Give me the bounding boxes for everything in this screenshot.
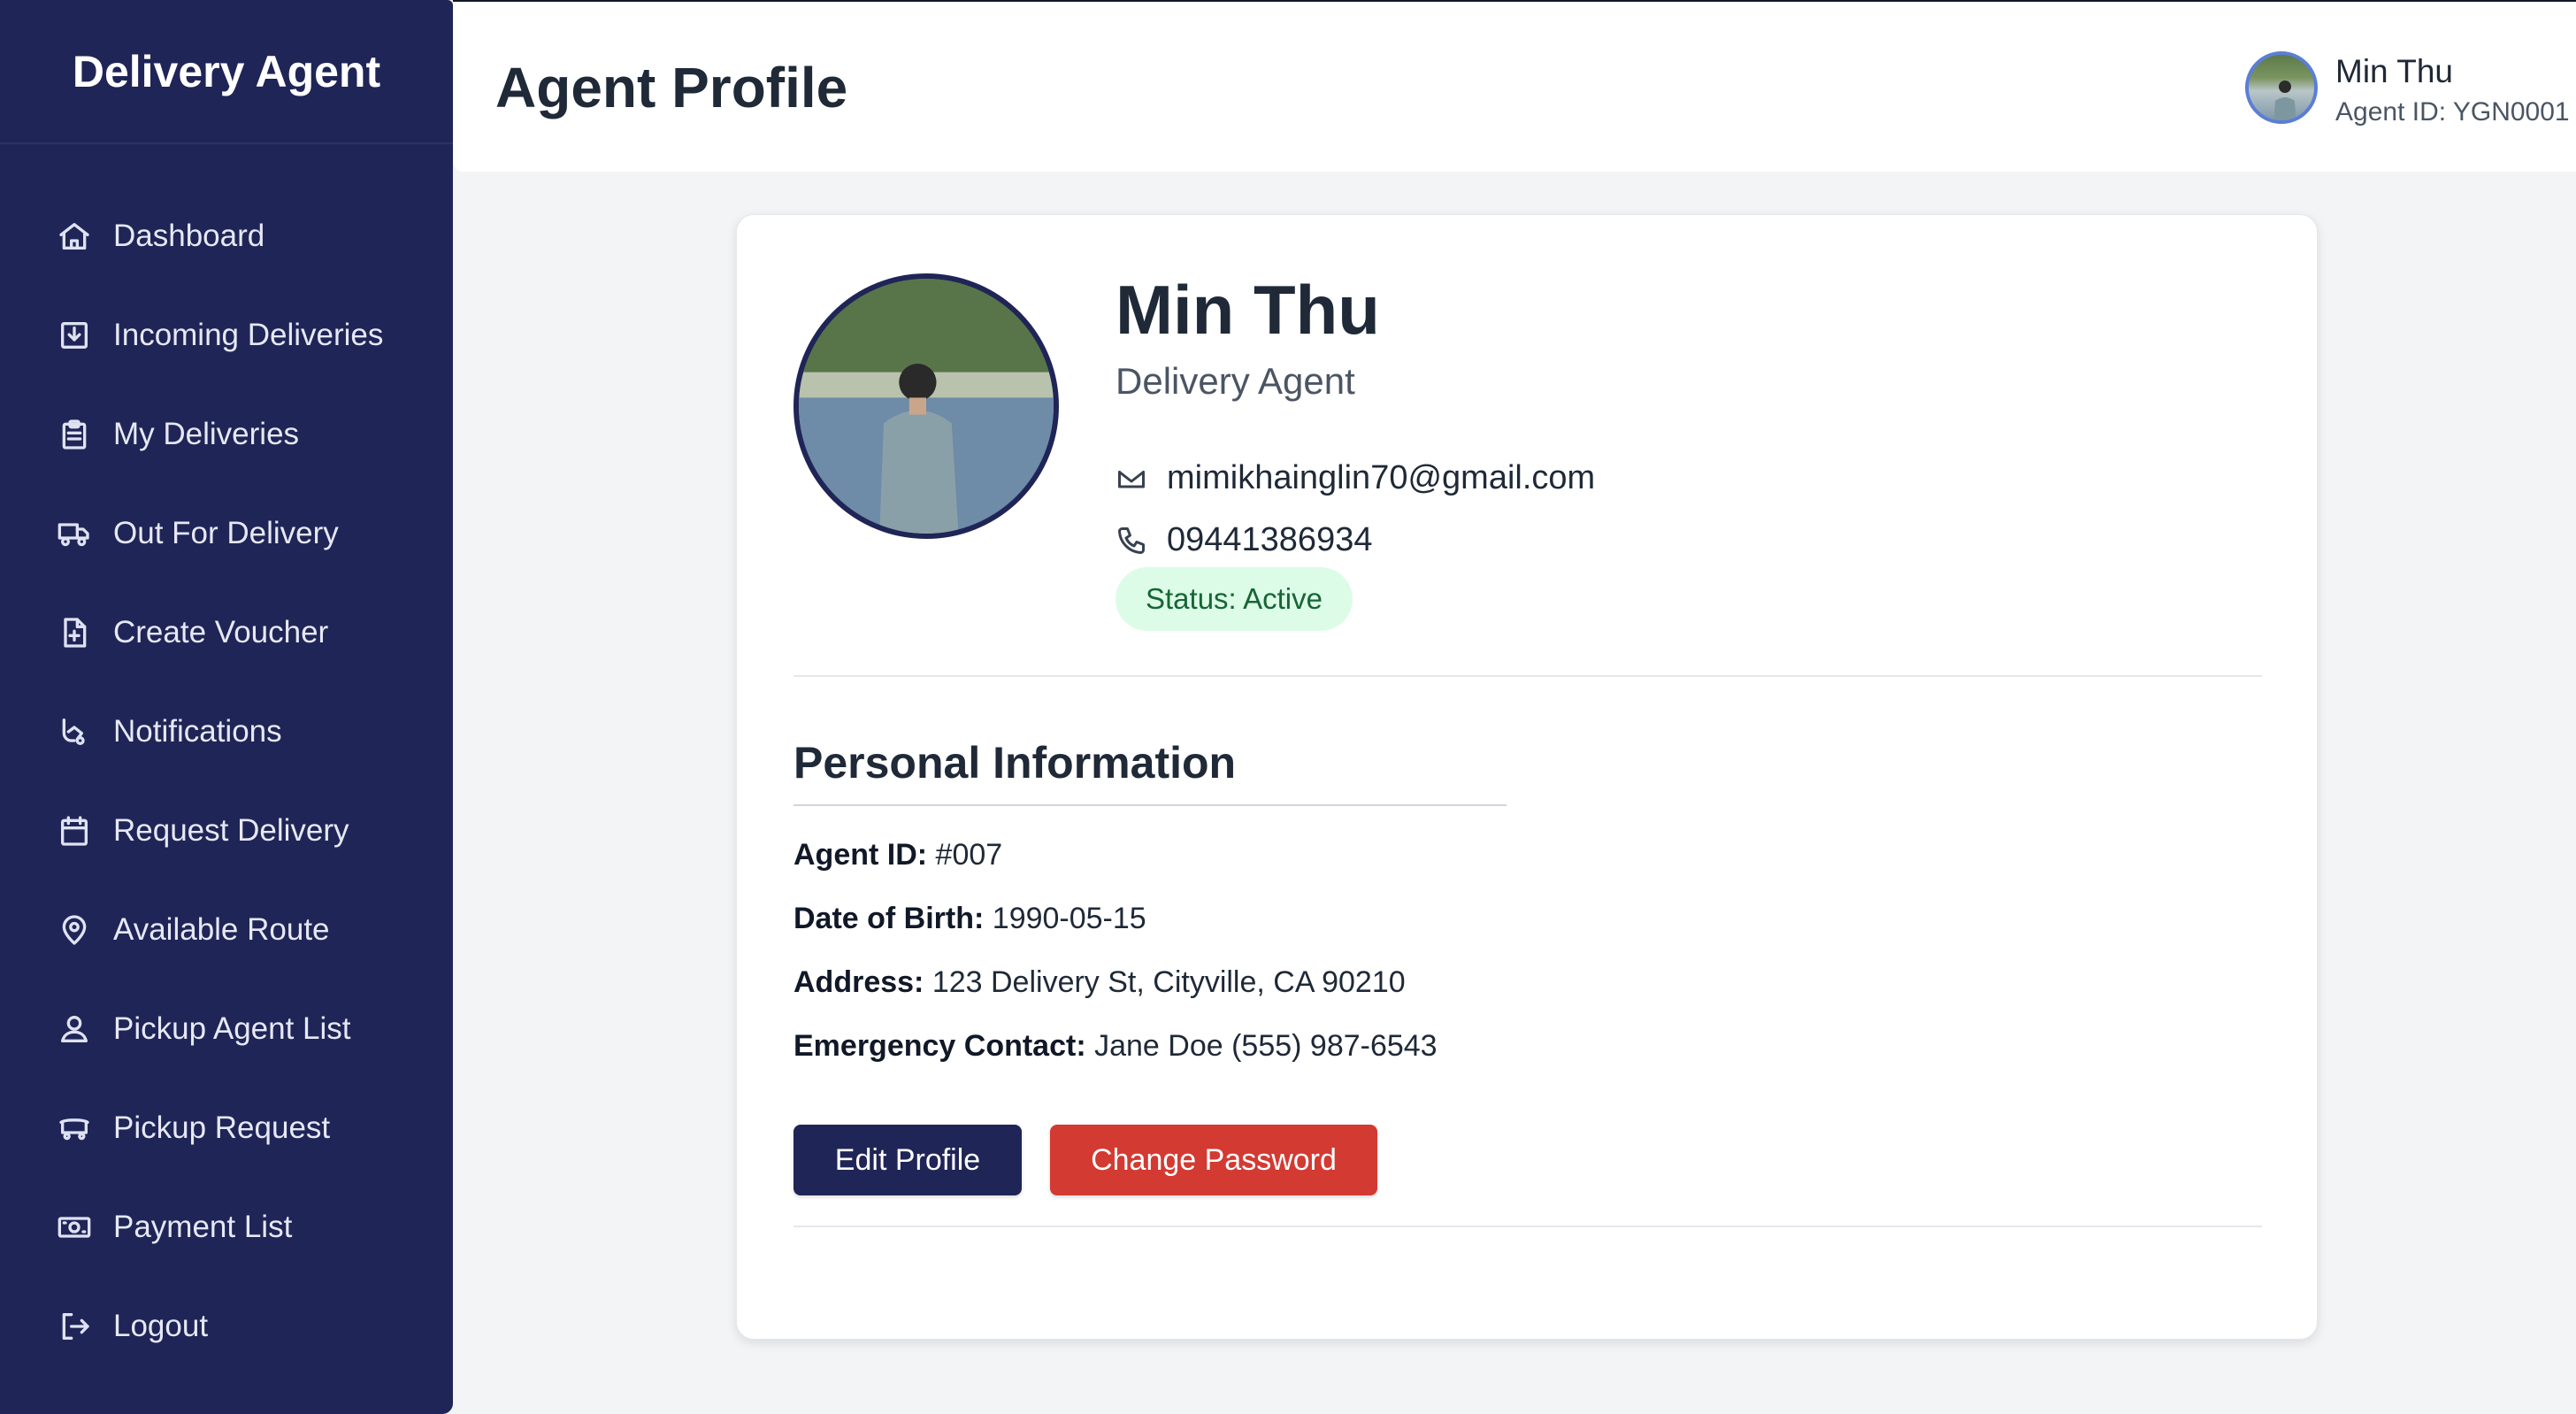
address-value: 123 Delivery St, Cityville, CA 90210 bbox=[932, 965, 1406, 999]
sidebar: Delivery Agent Dashboard Incoming Delive… bbox=[0, 0, 453, 1414]
cash-icon bbox=[58, 1217, 91, 1238]
truck-icon bbox=[58, 523, 89, 547]
address-label: Address: bbox=[794, 965, 924, 999]
clipboard-icon bbox=[62, 419, 87, 450]
profile-photo bbox=[794, 273, 1059, 539]
user-menu[interactable]: Min Thu Agent ID: YGN0001 bbox=[2245, 51, 2576, 131]
sidebar-item-label: Request Delivery bbox=[113, 813, 349, 848]
sidebar-item-label: Dashboard bbox=[113, 219, 265, 253]
sidebar-item-pickup-agent-list[interactable]: Pickup Agent List bbox=[0, 980, 453, 1079]
email-row: mimikhainglin70@gmail.com bbox=[1116, 459, 1595, 497]
profile-name: Min Thu bbox=[1116, 271, 1380, 349]
brand-title: Delivery Agent bbox=[0, 0, 453, 144]
sidebar-item-dashboard[interactable]: Dashboard bbox=[0, 187, 453, 286]
emergency-contact-value: Jane Doe (555) 987-6543 bbox=[1094, 1029, 1438, 1063]
sidebar-item-label: Payment List bbox=[113, 1210, 293, 1244]
sidebar-item-label: Create Voucher bbox=[113, 615, 329, 649]
phone-value[interactable]: 09441386934 bbox=[1167, 521, 1372, 559]
sidebar-item-logout[interactable]: Logout bbox=[0, 1277, 453, 1376]
sidebar-item-request-delivery[interactable]: Request Delivery bbox=[0, 781, 453, 880]
sidebar-item-available-route[interactable]: Available Route bbox=[0, 880, 453, 980]
personal-info-title: Personal Information bbox=[794, 738, 1237, 788]
header-user-name: Min Thu bbox=[2335, 53, 2453, 89]
profile-role: Delivery Agent bbox=[1116, 360, 1355, 402]
change-password-button[interactable]: Change Password bbox=[1050, 1125, 1377, 1195]
file-plus-icon bbox=[64, 618, 87, 648]
sidebar-item-label: Incoming Deliveries bbox=[113, 318, 384, 352]
divider-bottom bbox=[794, 1226, 2262, 1227]
phone-row: 09441386934 bbox=[1116, 521, 1372, 559]
sidebar-item-label: Pickup Request bbox=[113, 1110, 331, 1145]
status-badge: Status: Active bbox=[1116, 567, 1353, 631]
sidebar-item-payment-list[interactable]: Payment List bbox=[0, 1178, 453, 1277]
sidebar-item-pickup-request[interactable]: Pickup Request bbox=[0, 1079, 453, 1178]
address-row: Address: 123 Delivery St, Cityville, CA … bbox=[794, 965, 1406, 1000]
sidebar-item-label: Pickup Agent List bbox=[113, 1011, 351, 1046]
agent-id-value: #007 bbox=[935, 838, 1003, 872]
header-agent-id: Agent ID: YGN0001 bbox=[2335, 97, 2570, 127]
page-title: Agent Profile bbox=[495, 56, 848, 119]
logout-icon bbox=[62, 1313, 89, 1340]
emergency-contact-row: Emergency Contact: Jane Doe (555) 987-65… bbox=[794, 1029, 1438, 1064]
phone-icon bbox=[1118, 526, 1145, 554]
sidebar-item-my-deliveries[interactable]: My Deliveries bbox=[0, 385, 453, 484]
profile-card: Min Thu Delivery Agent mimikhainglin70@g… bbox=[736, 214, 2318, 1340]
dob-value: 1990-05-15 bbox=[992, 902, 1146, 935]
sidebar-item-out-for-delivery[interactable]: Out For Delivery bbox=[0, 484, 453, 583]
emergency-contact-label: Emergency Contact: bbox=[794, 1029, 1086, 1063]
sidebar-item-label: Available Route bbox=[113, 912, 330, 947]
dob-label: Date of Birth: bbox=[794, 902, 985, 935]
divider bbox=[794, 675, 2262, 677]
sidebar-item-label: Notifications bbox=[113, 714, 282, 749]
mail-icon bbox=[1118, 470, 1145, 488]
avatar[interactable] bbox=[2245, 51, 2318, 124]
sidebar-nav: Dashboard Incoming Deliveries My Deliver… bbox=[0, 144, 453, 1376]
edit-profile-button[interactable]: Edit Profile bbox=[794, 1125, 1022, 1195]
home-icon bbox=[59, 223, 89, 250]
email-value[interactable]: mimikhainglin70@gmail.com bbox=[1167, 459, 1595, 497]
sidebar-item-create-voucher[interactable]: Create Voucher bbox=[0, 583, 453, 682]
section-underline bbox=[794, 804, 1506, 806]
sidebar-item-incoming-deliveries[interactable]: Incoming Deliveries bbox=[0, 286, 453, 385]
sidebar-item-label: My Deliveries bbox=[113, 417, 300, 451]
agent-id-label: Agent ID: bbox=[794, 838, 928, 872]
user-icon bbox=[61, 1016, 88, 1042]
sidebar-item-label: Logout bbox=[113, 1309, 209, 1343]
cart-icon bbox=[59, 1118, 89, 1141]
agent-id-row: Agent ID: #007 bbox=[794, 838, 1002, 872]
sidebar-item-notifications[interactable]: Notifications bbox=[0, 682, 453, 781]
dob-row: Date of Birth: 1990-05-15 bbox=[794, 902, 1146, 936]
bell-hand-icon bbox=[62, 719, 85, 745]
profile-person-icon bbox=[799, 279, 1054, 534]
sidebar-item-label: Out For Delivery bbox=[113, 516, 339, 550]
avatar-person-icon bbox=[2273, 81, 2296, 120]
top-header: Agent Profile Min Thu Agent ID: YGN0001 bbox=[453, 0, 2576, 172]
calendar-icon bbox=[61, 816, 88, 846]
inbox-download-icon bbox=[61, 322, 88, 349]
map-pin-icon bbox=[62, 915, 87, 945]
